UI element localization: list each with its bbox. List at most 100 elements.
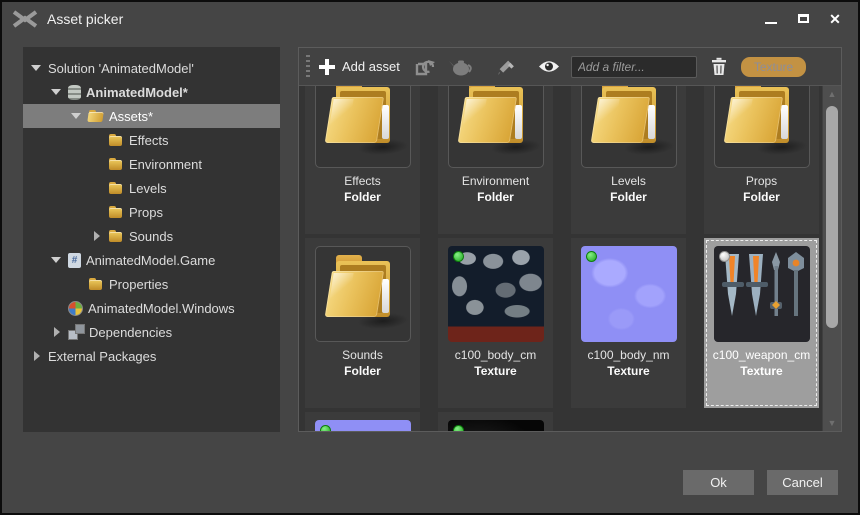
asset-status-dot [453, 425, 464, 431]
csharp-project-icon: # [68, 253, 81, 268]
expander-spacer [71, 278, 83, 290]
asset-name: c100_body_cm [455, 347, 536, 363]
cancel-button[interactable]: Cancel [767, 470, 838, 495]
tree-item-assets[interactable]: Assets* [23, 104, 280, 128]
folder-art-icon [582, 86, 676, 167]
clear-filter-button[interactable] [706, 55, 732, 79]
expander-spacer [51, 302, 63, 314]
expander-expanded-icon[interactable] [31, 62, 43, 74]
asset-type: Texture [740, 363, 782, 380]
asset-name: Sounds [342, 347, 383, 363]
asset-browser-panel: Add asset [298, 47, 842, 432]
tree-item-label: Environment [129, 157, 202, 172]
asset-thumbnail [315, 86, 411, 168]
asset-status-dot [719, 251, 730, 262]
tree-item-label: Levels [129, 181, 167, 196]
close-icon: ✕ [829, 12, 841, 26]
asset-thumbnail [448, 246, 544, 342]
minimize-button[interactable] [758, 8, 784, 30]
asset-name: c100_weapon_cm [713, 347, 810, 363]
asset-tile-partial[interactable] [305, 412, 420, 431]
stride-logo-icon [12, 10, 38, 28]
maximize-button[interactable] [790, 8, 816, 30]
import-asset-button[interactable] [413, 55, 439, 79]
folder-icon [108, 228, 124, 244]
ok-button[interactable]: Ok [683, 470, 754, 495]
expander-expanded-icon[interactable] [51, 254, 63, 266]
asset-tile-props[interactable]: PropsFolder [704, 86, 819, 234]
asset-thumbnail [581, 86, 677, 168]
tree-item-label: External Packages [48, 349, 156, 364]
asset-type: Texture [474, 363, 516, 380]
folder-open-icon [88, 108, 104, 124]
package-icon [68, 85, 81, 100]
tree-item-properties[interactable]: Properties [23, 272, 280, 296]
close-button[interactable]: ✕ [822, 8, 848, 30]
tree-item-environment[interactable]: Environment [23, 152, 280, 176]
expander-spacer [91, 206, 103, 218]
tree-item-animatedmodel-windows[interactable]: AnimatedModel.Windows [23, 296, 280, 320]
filter-tag-texture[interactable]: Texture [741, 57, 806, 77]
tree-item-label: Dependencies [89, 325, 172, 340]
asset-tile-sounds[interactable]: SoundsFolder [305, 238, 420, 408]
asset-tile-environment[interactable]: EnvironmentFolder [438, 86, 553, 234]
expander-expanded-icon[interactable] [71, 110, 83, 122]
filter-input[interactable] [571, 56, 697, 78]
folder-icon [108, 180, 124, 196]
scroll-up-icon[interactable]: ▲ [823, 87, 841, 101]
expander-expanded-icon[interactable] [51, 86, 63, 98]
maximize-icon [798, 14, 809, 23]
tree-item-levels[interactable]: Levels [23, 176, 280, 200]
asset-grid: EffectsFolderEnvironmentFolderLevelsFold… [305, 86, 819, 431]
tree-item-animatedmodel[interactable]: AnimatedModel* [23, 80, 280, 104]
edit-asset-button[interactable] [493, 55, 519, 79]
asset-tile-effects[interactable]: EffectsFolder [305, 86, 420, 234]
expander-spacer [91, 134, 103, 146]
asset-type: Folder [610, 189, 647, 206]
windows-project-icon [68, 301, 83, 316]
grid-scrollbar[interactable]: ▲ ▼ [822, 86, 841, 431]
scroll-down-icon[interactable]: ▼ [823, 416, 841, 430]
tree-item-sounds[interactable]: Sounds [23, 224, 280, 248]
tree-item-effects[interactable]: Effects [23, 128, 280, 152]
asset-grid-viewport: EffectsFolderEnvironmentFolderLevelsFold… [299, 86, 822, 431]
tree-item-external-packages[interactable]: External Packages [23, 344, 280, 368]
asset-thumbnail [315, 246, 411, 342]
tree-item-props[interactable]: Props [23, 200, 280, 224]
asset-thumbnail [448, 86, 544, 168]
asset-tile-levels[interactable]: LevelsFolder [571, 86, 686, 234]
teapot-icon [449, 58, 473, 76]
asset-status-dot [586, 251, 597, 262]
asset-picker-dialog: Asset picker ✕ Solution 'AnimatedModel'A… [0, 0, 860, 515]
tree-item-dependencies[interactable]: Dependencies [23, 320, 280, 344]
import-asset-icon [415, 57, 437, 77]
tree-item-label: Assets* [109, 109, 153, 124]
expander-collapsed-icon[interactable] [91, 230, 103, 242]
asset-type: Folder [743, 189, 780, 206]
asset-tile-partial[interactable] [438, 412, 553, 431]
asset-tile-c100-weapon-cm[interactable]: c100_weapon_cmTexture [704, 238, 819, 408]
expander-collapsed-icon[interactable] [51, 326, 63, 338]
folder-art-icon [316, 247, 410, 341]
toolbar-grip-handle[interactable] [306, 55, 310, 79]
tree-item-label: Solution 'AnimatedModel' [48, 61, 194, 76]
tree-item-animatedmodel-game[interactable]: #AnimatedModel.Game [23, 248, 280, 272]
add-asset-button[interactable]: Add asset [319, 59, 400, 75]
asset-status-dot [453, 251, 464, 262]
asset-type: Folder [344, 363, 381, 380]
scrollbar-thumb[interactable] [826, 106, 838, 328]
toggle-preview-button[interactable] [536, 55, 562, 79]
asset-name: c100_body_nm [587, 347, 669, 363]
tree-item-solution-animatedmodel[interactable]: Solution 'AnimatedModel' [23, 56, 280, 80]
plus-icon [319, 59, 335, 75]
eye-icon [537, 59, 561, 74]
folder-icon [108, 132, 124, 148]
asset-status-dot [320, 425, 331, 431]
asset-tile-c100-body-cm[interactable]: c100_body_cmTexture [438, 238, 553, 408]
add-sample-asset-button[interactable] [448, 55, 474, 79]
asset-name: Props [746, 173, 777, 189]
expander-collapsed-icon[interactable] [31, 350, 43, 362]
tree-item-label: Properties [109, 277, 168, 292]
folder-art-icon [316, 86, 410, 167]
asset-tile-c100-body-nm[interactable]: c100_body_nmTexture [571, 238, 686, 408]
